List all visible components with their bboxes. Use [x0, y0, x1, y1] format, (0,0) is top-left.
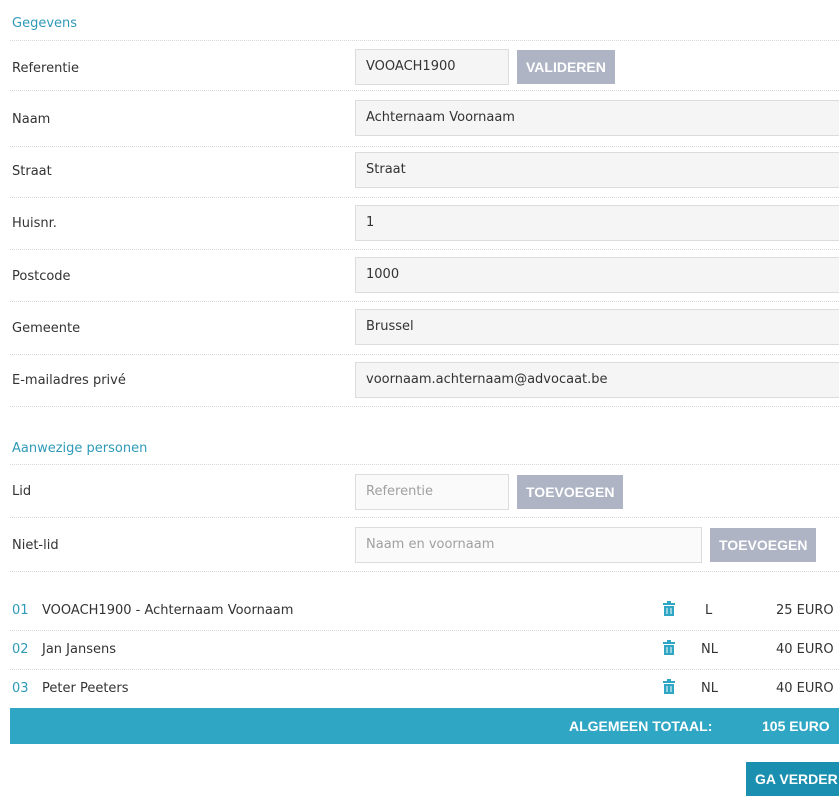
section-title-gegevens: Gegevens [12, 16, 78, 31]
nietlid-toevoegen-button[interactable]: TOEVOEGEN [710, 528, 817, 562]
lid-referentie-input[interactable]: Referentie [355, 474, 509, 510]
person-name: Peter Peeters [42, 681, 129, 696]
nietlid-label: Niet-lid [12, 538, 59, 553]
section-title-aanwezige-personen: Aanwezige personen [12, 441, 148, 456]
total-bar: ALGEMEEN TOTAAL: 105 EURO [10, 708, 839, 744]
naam-input[interactable]: Achternaam Voornaam [355, 100, 839, 136]
straat-label: Straat [12, 164, 52, 179]
person-number: 03 [12, 681, 29, 696]
person-amount: 40 EURO [776, 681, 834, 696]
divider [10, 571, 839, 572]
person-amount: 25 EURO [776, 603, 834, 618]
naam-label: Naam [12, 112, 51, 127]
total-label: ALGEMEEN TOTAAL: [569, 718, 713, 734]
huisnr-input[interactable]: 1 [355, 205, 839, 241]
divider [10, 630, 839, 631]
divider [10, 40, 839, 41]
divider [10, 301, 839, 302]
trash-icon[interactable] [663, 679, 675, 694]
gemeente-label: Gemeente [12, 321, 81, 336]
huisnr-label: Huisnr. [12, 216, 57, 231]
person-number: 02 [12, 642, 29, 657]
referentie-label: Referentie [12, 61, 80, 76]
person-name: Jan Jansens [42, 642, 116, 657]
person-name: VOOACH1900 - Achternaam Voornaam [42, 603, 294, 618]
person-number: 01 [12, 603, 29, 618]
divider [10, 669, 839, 670]
person-language: NL [701, 681, 718, 696]
gemeente-input[interactable]: Brussel [355, 309, 839, 345]
valideren-button[interactable]: VALIDEREN [517, 50, 615, 84]
postcode-input[interactable]: 1000 [355, 257, 839, 293]
lid-toevoegen-button[interactable]: TOEVOEGEN [517, 475, 624, 509]
person-amount: 40 EURO [776, 642, 834, 657]
person-language: L [705, 603, 713, 618]
divider [10, 197, 839, 198]
trash-icon[interactable] [663, 601, 675, 616]
referentie-input[interactable]: VOOACH1900 [355, 49, 509, 85]
divider [10, 146, 839, 147]
divider [10, 249, 839, 250]
straat-input[interactable]: Straat [355, 152, 839, 188]
person-language: NL [701, 642, 718, 657]
nietlid-naam-input[interactable]: Naam en voornaam [355, 527, 702, 563]
divider [10, 406, 839, 407]
lid-label: Lid [12, 484, 32, 499]
divider [10, 464, 839, 465]
total-value: 105 EURO [762, 718, 830, 734]
trash-icon[interactable] [663, 640, 675, 655]
divider [10, 354, 839, 355]
divider [10, 517, 839, 518]
postcode-label: Postcode [12, 269, 71, 284]
email-label: E-mailadres privé [12, 373, 126, 388]
divider [10, 90, 839, 91]
email-input[interactable]: voornaam.achternaam@advocaat.be [355, 362, 839, 398]
ga-verder-button[interactable]: GA VERDER [746, 762, 839, 796]
